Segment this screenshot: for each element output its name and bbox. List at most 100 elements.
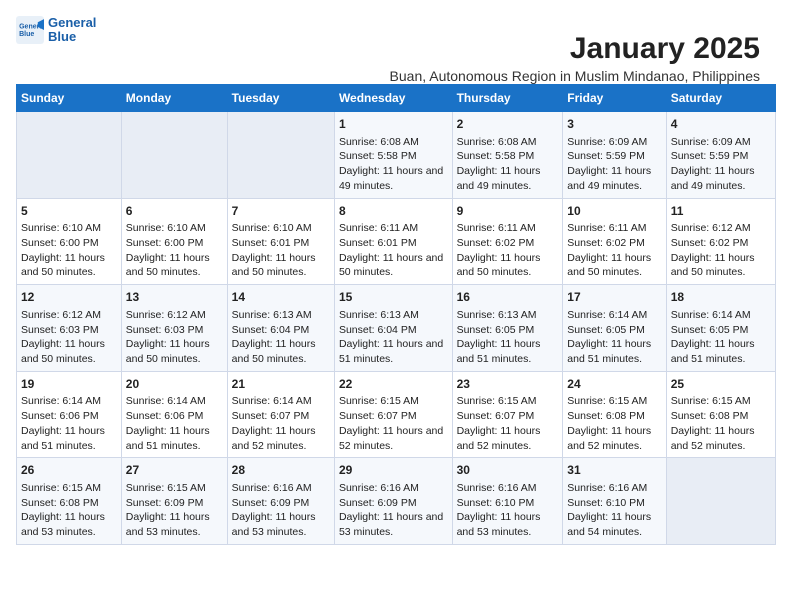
title-section: January 2025 Buan, Autonomous Region in …	[390, 32, 760, 84]
cell-info: Daylight: 11 hours and 51 minutes.	[126, 424, 223, 453]
cell-info: Sunset: 5:59 PM	[567, 149, 661, 164]
day-number: 21	[232, 376, 330, 393]
page-title: January 2025	[390, 32, 760, 66]
cell-info: Sunrise: 6:09 AM	[671, 135, 771, 150]
cell-info: Sunrise: 6:16 AM	[457, 481, 559, 496]
cell-info: Daylight: 11 hours and 50 minutes.	[21, 251, 117, 280]
calendar-cell: 9Sunrise: 6:11 AMSunset: 6:02 PMDaylight…	[452, 198, 563, 285]
day-number: 15	[339, 289, 448, 306]
calendar-cell: 6Sunrise: 6:10 AMSunset: 6:00 PMDaylight…	[121, 198, 227, 285]
cell-info: Sunrise: 6:15 AM	[567, 394, 661, 409]
day-number: 1	[339, 116, 448, 133]
cell-info: Sunset: 6:09 PM	[232, 496, 330, 511]
day-number: 9	[457, 203, 559, 220]
cell-info: Sunset: 6:08 PM	[671, 409, 771, 424]
cell-info: Sunset: 5:58 PM	[457, 149, 559, 164]
col-sunday: Sunday	[17, 85, 122, 112]
calendar-cell: 4Sunrise: 6:09 AMSunset: 5:59 PMDaylight…	[666, 112, 775, 199]
cell-info: Daylight: 11 hours and 52 minutes.	[671, 424, 771, 453]
day-number: 28	[232, 462, 330, 479]
calendar-cell: 24Sunrise: 6:15 AMSunset: 6:08 PMDayligh…	[563, 371, 666, 458]
cell-info: Sunrise: 6:11 AM	[457, 221, 559, 236]
cell-info: Daylight: 11 hours and 52 minutes.	[567, 424, 661, 453]
cell-info: Sunrise: 6:13 AM	[457, 308, 559, 323]
calendar-cell: 15 Sunrise: 6:13 AMSunset: 6:04 PMDayligh…	[334, 285, 452, 372]
calendar-cell: 17Sunrise: 6:14 AMSunset: 6:05 PMDayligh…	[563, 285, 666, 372]
calendar-cell: 27Sunrise: 6:15 AMSunset: 6:09 PMDayligh…	[121, 458, 227, 545]
cell-info: Sunrise: 6:16 AM	[232, 481, 330, 496]
day-number: 30	[457, 462, 559, 479]
col-saturday: Saturday	[666, 85, 775, 112]
cell-info: Sunrise: 6:10 AM	[126, 221, 223, 236]
cell-info: Sunset: 5:58 PM	[339, 149, 448, 164]
cell-info: Daylight: 11 hours and 53 minutes.	[457, 510, 559, 539]
cell-info: Daylight: 11 hours and 49 minutes.	[339, 164, 448, 193]
cell-info: Sunrise: 6:14 AM	[232, 394, 330, 409]
cell-info: Sunrise: 6:08 AM	[339, 135, 448, 150]
calendar-cell: 14Sunrise: 6:13 AMSunset: 6:04 PMDayligh…	[227, 285, 334, 372]
cell-info: Sunset: 6:06 PM	[21, 409, 117, 424]
calendar-cell: 12Sunrise: 6:12 AMSunset: 6:03 PMDayligh…	[17, 285, 122, 372]
cell-info: Sunset: 6:07 PM	[232, 409, 330, 424]
cell-info: Daylight: 11 hours and 53 minutes.	[339, 510, 448, 539]
calendar-cell: 31Sunrise: 6:16 AMSunset: 6:10 PMDayligh…	[563, 458, 666, 545]
cell-info: Sunrise: 6:13 AM	[232, 308, 330, 323]
calendar-cell: 10Sunrise: 6:11 AMSunset: 6:02 PMDayligh…	[563, 198, 666, 285]
cell-info: Daylight: 11 hours and 49 minutes.	[457, 164, 559, 193]
cell-info: Sunset: 6:01 PM	[232, 236, 330, 251]
day-number: 6	[126, 203, 223, 220]
day-number: 26	[21, 462, 117, 479]
cell-info: Sunset: 6:06 PM	[126, 409, 223, 424]
cell-info: Sunset: 6:08 PM	[567, 409, 661, 424]
cell-info: Sunrise: 6:15 AM	[671, 394, 771, 409]
cell-info: Daylight: 11 hours and 53 minutes.	[21, 510, 117, 539]
cell-info: Daylight: 11 hours and 50 minutes.	[232, 251, 330, 280]
cell-info: Sunset: 6:05 PM	[567, 323, 661, 338]
week-row-1: 1Sunrise: 6:08 AMSunset: 5:58 PMDaylight…	[17, 112, 776, 199]
day-number: 23	[457, 376, 559, 393]
cell-info: Sunset: 6:02 PM	[457, 236, 559, 251]
cell-info: Sunset: 6:10 PM	[457, 496, 559, 511]
col-monday: Monday	[121, 85, 227, 112]
cell-info: Sunset: 6:00 PM	[21, 236, 117, 251]
cell-info: Sunset: 6:04 PM	[339, 323, 448, 338]
calendar-cell	[227, 112, 334, 199]
top-area: General Blue General Blue January 2025 B…	[16, 16, 776, 76]
cell-info: Sunrise: 6:14 AM	[567, 308, 661, 323]
cell-info: Daylight: 11 hours and 51 minutes.	[671, 337, 771, 366]
page-subtitle: Buan, Autonomous Region in Muslim Mindan…	[390, 68, 760, 84]
calendar-cell: 3Sunrise: 6:09 AMSunset: 5:59 PMDaylight…	[563, 112, 666, 199]
cell-info: Daylight: 11 hours and 52 minutes.	[232, 424, 330, 453]
cell-info: Daylight: 11 hours and 49 minutes.	[567, 164, 661, 193]
cell-info: Sunset: 6:09 PM	[339, 496, 448, 511]
cell-info: Sunrise: 6:14 AM	[21, 394, 117, 409]
day-number: 24	[567, 376, 661, 393]
cell-info: Sunrise: 6:16 AM	[339, 481, 448, 496]
cell-info: Sunrise: 6:12 AM	[21, 308, 117, 323]
calendar-cell	[121, 112, 227, 199]
calendar-cell: 1 Sunrise: 6:08 AMSunset: 5:58 PMDaylight…	[334, 112, 452, 199]
cell-info: Daylight: 11 hours and 54 minutes.	[567, 510, 661, 539]
day-number: 5	[21, 203, 117, 220]
day-number: 13	[126, 289, 223, 306]
cell-info: Sunset: 6:07 PM	[339, 409, 448, 424]
calendar-cell: 30 Sunrise: 6:16 AMSunset: 6:10 PMDayligh…	[452, 458, 563, 545]
calendar-cell: 2Sunrise: 6:08 AMSunset: 5:58 PMDaylight…	[452, 112, 563, 199]
day-number: 25	[671, 376, 771, 393]
week-row-3: 12Sunrise: 6:12 AMSunset: 6:03 PMDayligh…	[17, 285, 776, 372]
day-number: 16	[457, 289, 559, 306]
cell-info: Sunrise: 6:13 AM	[339, 308, 448, 323]
col-friday: Friday	[563, 85, 666, 112]
calendar-cell: 11Sunrise: 6:12 AMSunset: 6:02 PMDayligh…	[666, 198, 775, 285]
calendar-cell: 7Sunrise: 6:10 AMSunset: 6:01 PMDaylight…	[227, 198, 334, 285]
calendar-cell: 8Sunrise: 6:11 AMSunset: 6:01 PMDaylight…	[334, 198, 452, 285]
calendar-cell: 18Sunrise: 6:14 AMSunset: 6:05 PMDayligh…	[666, 285, 775, 372]
cell-info: Daylight: 11 hours and 51 minutes.	[339, 337, 448, 366]
cell-info: Sunrise: 6:10 AM	[232, 221, 330, 236]
day-number: 3	[567, 116, 661, 133]
col-tuesday: Tuesday	[227, 85, 334, 112]
cell-info: Sunrise: 6:11 AM	[567, 221, 661, 236]
cell-info: Sunrise: 6:15 AM	[339, 394, 448, 409]
cell-info: Daylight: 11 hours and 50 minutes.	[457, 251, 559, 280]
day-number: 19	[21, 376, 117, 393]
